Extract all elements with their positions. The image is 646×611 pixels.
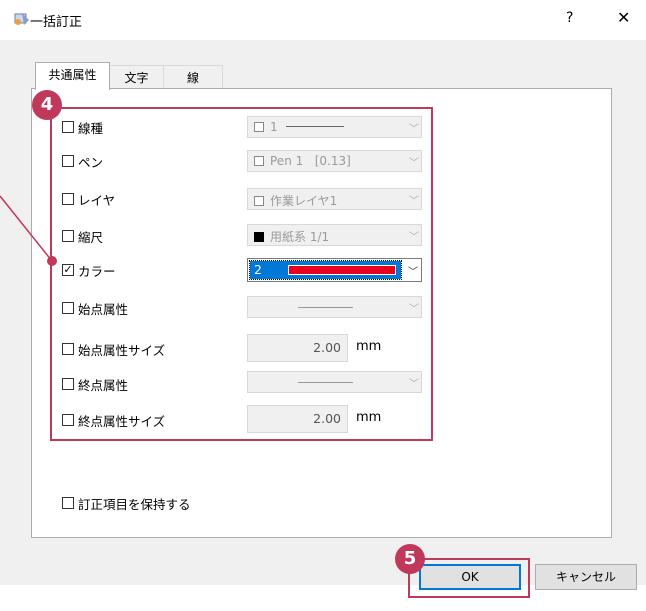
color-checkbox[interactable]: ✓	[62, 264, 74, 276]
end-attr-checkbox[interactable]	[62, 378, 74, 390]
pen-swatch-icon	[254, 156, 264, 166]
start-size-label: 始点属性サイズ	[78, 343, 166, 358]
end-attr-label: 終点属性	[78, 378, 129, 393]
chevron-down-icon: ﹀	[409, 232, 419, 243]
scale-checkbox[interactable]	[62, 230, 74, 242]
step-5-badge: 5	[395, 544, 425, 574]
layer-checkbox[interactable]	[62, 193, 74, 205]
line-type-checkbox[interactable]	[62, 121, 74, 133]
end-size-unit: mm	[356, 410, 382, 425]
app-icon	[14, 13, 29, 25]
start-attr-line-preview	[298, 307, 353, 308]
line-type-select[interactable]: 1 ﹀	[247, 116, 422, 138]
color-value: 2	[254, 262, 262, 277]
step-4-badge: 4	[32, 90, 62, 120]
leader-line	[0, 195, 57, 266]
line-type-swatch-icon	[254, 122, 264, 132]
end-size-input[interactable]: 2.00	[247, 405, 348, 433]
chevron-down-icon: ﹀	[409, 124, 419, 135]
keep-items-label: 訂正項目を保持する	[78, 497, 191, 512]
end-size-checkbox[interactable]	[62, 414, 74, 426]
help-button[interactable]: ?	[566, 10, 573, 26]
color-select[interactable]: 2 ﹀	[247, 258, 422, 282]
color-selected-item: 2	[249, 260, 402, 280]
line-type-value: 1	[270, 120, 278, 134]
pen-value: Pen 1 [0.13]	[270, 154, 351, 168]
start-size-input[interactable]: 2.00	[247, 334, 348, 362]
ok-button[interactable]: OK	[419, 564, 521, 590]
tab-common-attributes[interactable]: 共通属性	[35, 62, 110, 90]
chevron-down-icon: ﹀	[408, 267, 418, 278]
end-size-label: 終点属性サイズ	[78, 414, 166, 429]
line-type-label: 線種	[78, 121, 104, 136]
chevron-down-icon: ﹀	[409, 304, 419, 315]
start-attr-label: 始点属性	[78, 302, 129, 317]
start-size-checkbox[interactable]	[62, 343, 74, 355]
start-size-unit: mm	[356, 339, 382, 354]
scale-label: 縮尺	[78, 230, 104, 245]
start-attr-select[interactable]: ﹀	[247, 296, 422, 318]
pen-checkbox[interactable]	[62, 155, 74, 167]
layer-label: レイヤ	[78, 193, 116, 208]
title-bar: 一括訂正 ? ✕	[0, 0, 646, 40]
chevron-down-icon: ﹀	[409, 158, 419, 169]
color-label: カラー	[78, 264, 116, 279]
scale-value: 用紙系 1/1	[270, 230, 330, 244]
scale-select[interactable]: 用紙系 1/1 ﹀	[247, 224, 422, 246]
window-title: 一括訂正	[30, 15, 83, 30]
close-button[interactable]: ✕	[617, 8, 630, 27]
cancel-button[interactable]: キャンセル	[535, 564, 637, 590]
layer-select[interactable]: 作業レイヤ1 ﹀	[247, 188, 422, 210]
end-attr-select[interactable]: ﹀	[247, 371, 422, 393]
pen-select[interactable]: Pen 1 [0.13] ﹀	[247, 150, 422, 172]
color-swatch	[288, 265, 396, 275]
chevron-down-icon: ﹀	[409, 196, 419, 207]
scale-swatch-icon	[254, 232, 264, 242]
layer-value: 作業レイヤ1	[270, 194, 338, 208]
pen-label: ペン	[78, 155, 104, 170]
tab-text[interactable]: 文字	[108, 65, 165, 90]
chevron-down-icon: ﹀	[409, 379, 419, 390]
layer-swatch-icon	[254, 196, 264, 206]
tab-line[interactable]: 線	[163, 65, 223, 90]
start-attr-checkbox[interactable]	[62, 302, 74, 314]
keep-items-checkbox[interactable]	[62, 497, 74, 509]
end-attr-line-preview	[298, 382, 353, 383]
